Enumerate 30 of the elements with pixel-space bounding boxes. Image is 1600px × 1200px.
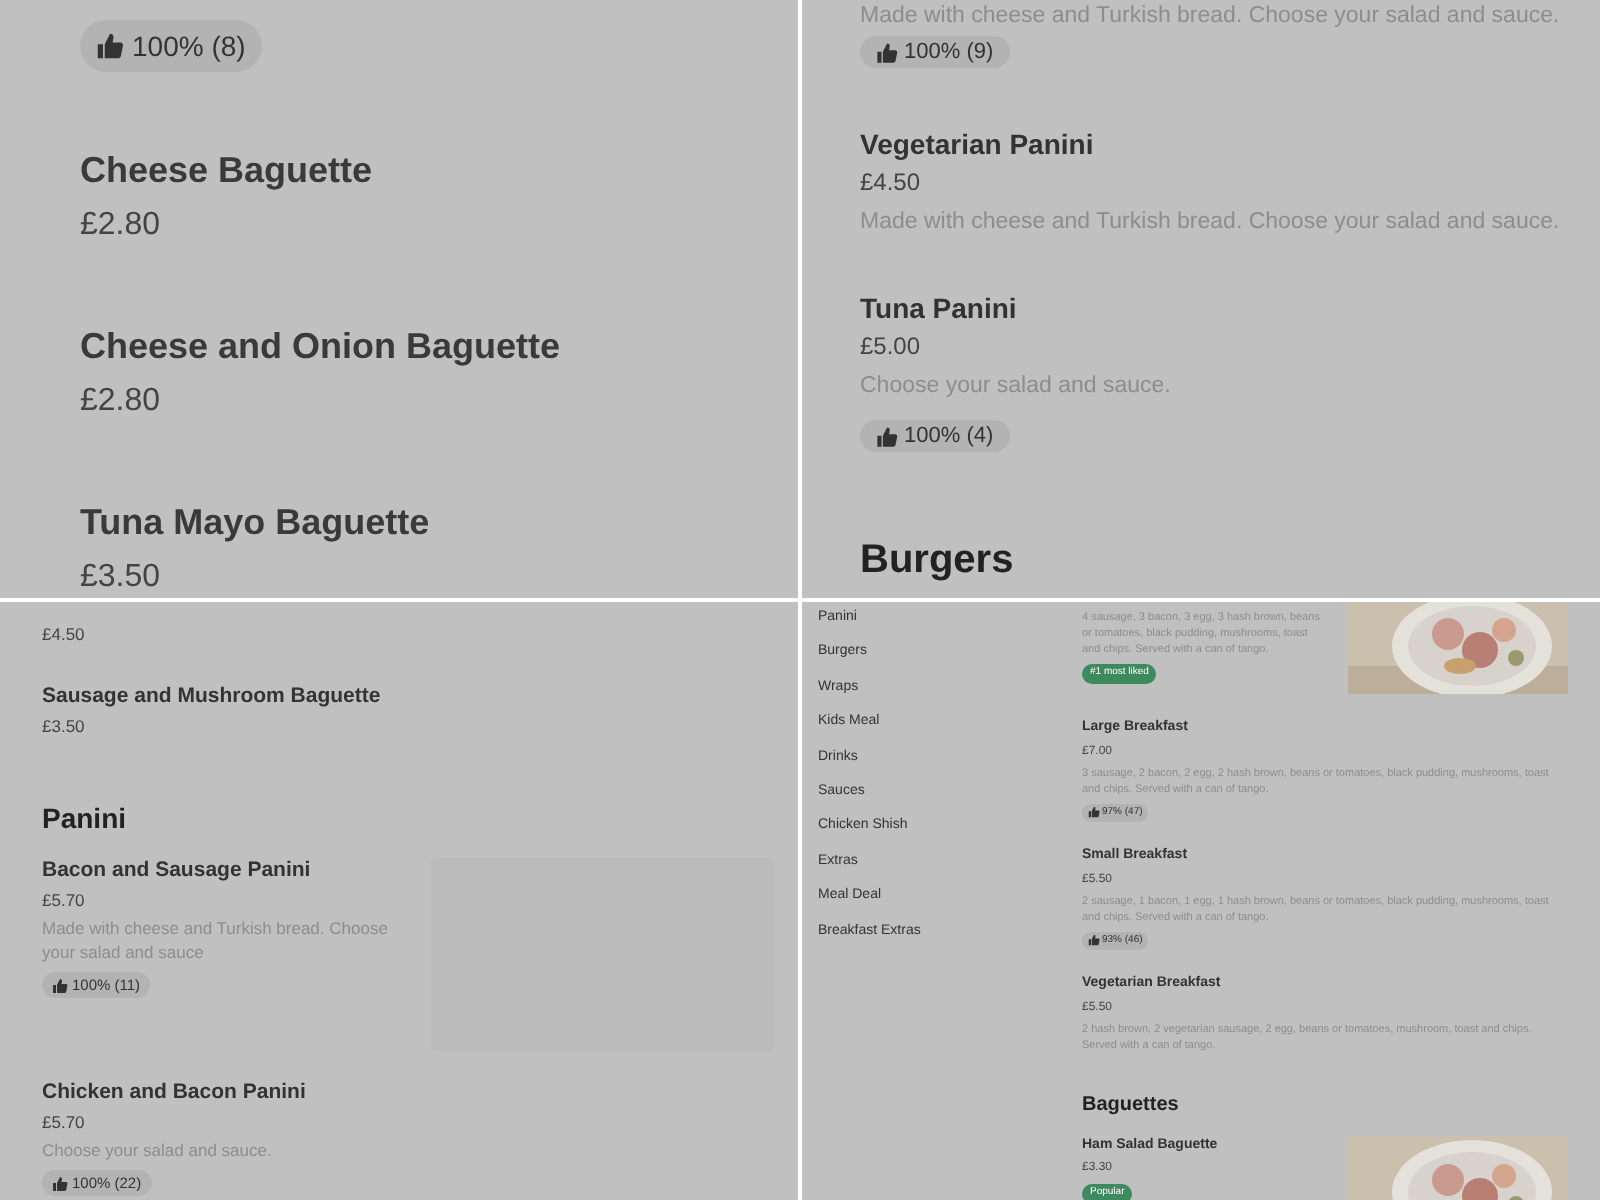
- dish-name[interactable]: Tuna Mayo Baguette: [80, 502, 774, 542]
- dish-price: £5.70: [42, 890, 87, 910]
- dish-price: £5.00: [860, 332, 923, 360]
- thumbs-up-icon: [1088, 806, 1100, 819]
- rating-badge: 100% (4): [860, 420, 1010, 452]
- dish-name[interactable]: Tuna Panini: [860, 292, 1584, 324]
- section-heading: Burgers: [860, 536, 1016, 584]
- thumbs-up-icon: [96, 32, 124, 60]
- dish-price: £3.50: [80, 562, 163, 594]
- thumbs-up-icon: [52, 1175, 68, 1191]
- dish-name[interactable]: Bacon and Sausage Panini: [42, 858, 410, 884]
- dish-price: £4.50: [42, 624, 87, 644]
- thumbs-up-icon: [876, 41, 898, 63]
- rating-badge: 100% (9): [860, 36, 1010, 68]
- dish-name[interactable]: Sausage and Mushroom Baguette: [42, 684, 774, 710]
- rating-badge: 100% (8): [80, 20, 262, 72]
- thumbs-up-icon: [876, 425, 898, 447]
- dish-price: £3.50: [42, 716, 87, 736]
- dish-price: £2.80: [80, 210, 163, 242]
- dish-price: £5.70: [42, 1112, 87, 1132]
- thumbs-up-icon: [52, 977, 68, 993]
- section-heading: Baguettes: [1082, 1091, 1181, 1119]
- dish-name[interactable]: Cheese and Onion Baguette: [80, 326, 774, 366]
- dish-name[interactable]: Cheese Baguette: [80, 150, 774, 190]
- section-heading: Panini: [42, 802, 129, 834]
- thumbs-up-icon: [1088, 934, 1100, 947]
- dish-price: £4.50: [860, 168, 923, 196]
- dish-price: £2.80: [80, 386, 163, 418]
- dish-name[interactable]: Vegetarian Panini: [860, 128, 1584, 160]
- dish-name[interactable]: Chicken and Bacon Panini: [42, 1080, 774, 1106]
